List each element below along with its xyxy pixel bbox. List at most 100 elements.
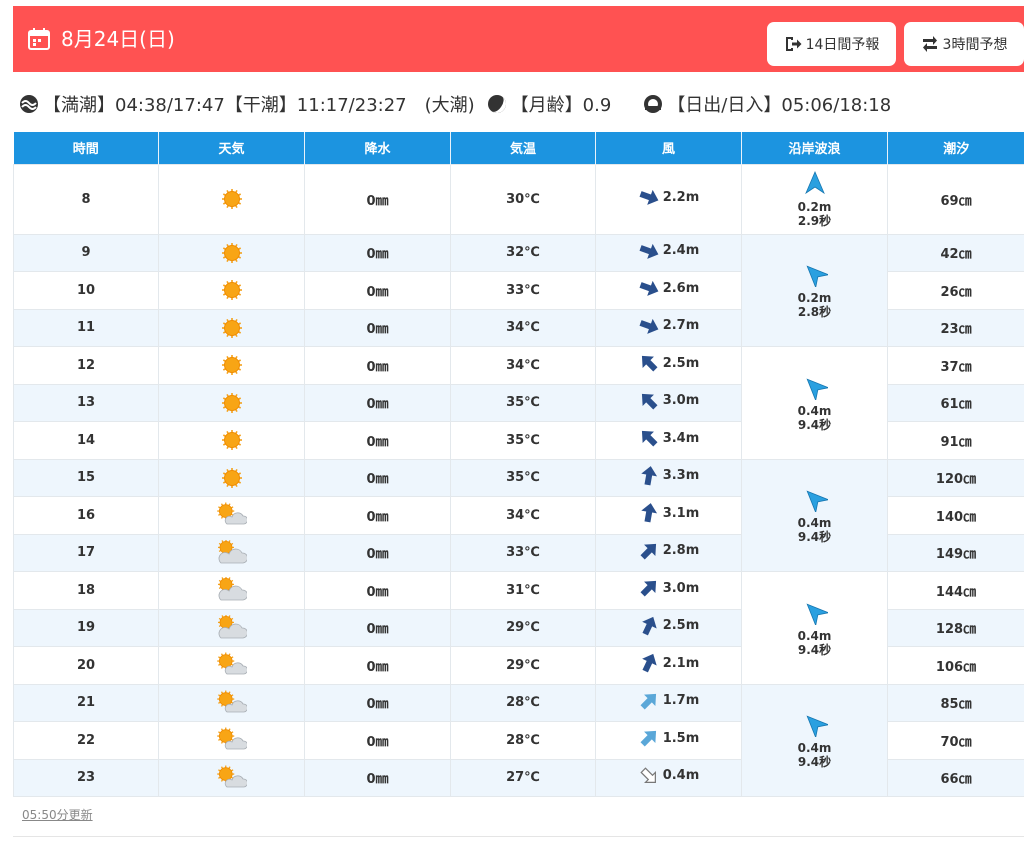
sun-cloud-icon <box>216 727 247 753</box>
exchange-icon <box>922 36 937 52</box>
wind-speed: 3.0m <box>662 393 700 409</box>
wind-cell: 1.7m <box>595 683 742 722</box>
wind-direction-arrow-icon <box>638 690 663 712</box>
wind-value: 1.5m <box>638 727 700 749</box>
precip-cell: 0㎜ <box>304 608 451 647</box>
temp-cell: 35℃ <box>450 458 596 497</box>
forecast-3hour-label: 3時間予想 <box>942 37 1008 53</box>
weather-cell <box>158 758 305 797</box>
divider <box>13 836 1024 837</box>
tide-cell: 26㎝ <box>887 271 1024 310</box>
wind-direction-arrow-icon <box>638 427 663 449</box>
tide-type-text: (大潮) <box>424 95 475 116</box>
wind-speed: 2.4m <box>662 243 700 259</box>
tide-icon <box>19 94 39 114</box>
wave-cell: 0.4m 9.4秒 <box>741 346 888 460</box>
wind-speed: 1.5m <box>662 730 700 746</box>
wave-height: 0.2m <box>797 200 832 214</box>
wind-value: 2.8m <box>638 540 699 562</box>
forecast-3hour-button[interactable]: 3時間予想 <box>904 22 1024 66</box>
sunrise-sunset-text: 【日出/日入】05:06/18:18 <box>667 95 892 116</box>
temp-cell: 34℃ <box>450 496 596 535</box>
tide-sun-info: 【満潮】04:38/17:47 【干潮】11:17/23:27 (大潮) 【月齢… <box>13 90 1024 118</box>
wind-cell: 3.0m <box>595 383 742 422</box>
wave-height: 0.4m <box>797 516 832 531</box>
wind-direction-arrow-icon <box>638 465 663 487</box>
precip-cell: 0㎜ <box>304 271 451 310</box>
moon-icon <box>487 94 507 114</box>
time-cell: 22 <box>13 721 159 760</box>
cloud-sun-icon <box>217 577 247 603</box>
sun-cloud-icon <box>216 502 247 528</box>
tide-cell: 144㎝ <box>887 571 1024 610</box>
precip-cell: 0㎜ <box>304 533 451 572</box>
wind-cell: 2.2m <box>595 163 742 235</box>
weather-cell <box>158 571 305 610</box>
wind-value: 2.6m <box>638 277 700 299</box>
temp-cell: 27℃ <box>450 758 596 797</box>
wave-height: 0.2m <box>797 291 832 306</box>
weather-cell <box>158 496 305 535</box>
wind-speed: 2.6m <box>662 280 700 296</box>
wind-value: 2.7m <box>638 315 699 337</box>
wind-value: 1.7m <box>638 690 699 712</box>
tide-cell: 91㎝ <box>887 421 1024 460</box>
wind-direction-arrow-icon <box>638 240 663 262</box>
wave-direction-arrow-icon <box>802 486 828 516</box>
wind-cell: 0.4m <box>595 758 742 797</box>
temp-cell: 33℃ <box>450 533 596 572</box>
time-cell: 23 <box>13 758 159 797</box>
wave-direction-arrow-icon <box>802 374 828 404</box>
sunny-icon <box>217 390 247 416</box>
wave-direction-arrow-icon <box>802 170 828 200</box>
date-header: 8月24日(日) 14日間予報 3時間予想 <box>13 6 1024 72</box>
wind-cell: 3.3m <box>595 458 742 497</box>
wave-period: 9.4秒 <box>797 755 832 770</box>
wind-value: 2.2m <box>638 186 699 208</box>
precip-cell: 0㎜ <box>304 308 451 347</box>
wind-cell: 2.5m <box>595 608 742 647</box>
wave-cell: 0.2m 2.9秒 <box>741 163 888 235</box>
wave-cell: 0.4m 9.4秒 <box>741 571 888 685</box>
temp-cell: 33℃ <box>450 271 596 310</box>
sign-out-icon <box>785 37 802 51</box>
sun-cloud-icon <box>216 765 247 791</box>
time-cell: 11 <box>13 308 159 347</box>
header-temp: 気温 <box>450 132 596 164</box>
table-body: 8 0㎜ 30℃ 2.2m 0.2m 2.9秒 69㎝ 9 0㎜ 32℃ 2.4m 0.2… <box>13 163 1024 797</box>
wind-direction-arrow-icon <box>638 727 663 749</box>
precip-cell: 0㎜ <box>304 383 451 422</box>
sunrise-icon <box>643 94 663 114</box>
updated-time-link[interactable]: 05:50分更新 <box>22 806 93 823</box>
sun-cloud-icon <box>216 690 247 716</box>
wave-cell: 0.4m 9.4秒 <box>741 458 888 572</box>
tide-cell: 140㎝ <box>887 496 1024 535</box>
precip-cell: 0㎜ <box>304 458 451 497</box>
wind-speed: 3.3m <box>662 468 700 484</box>
wind-cell: 2.5m <box>595 346 742 385</box>
time-cell: 14 <box>13 421 159 460</box>
time-cell: 16 <box>13 496 159 535</box>
weather-cell <box>158 308 305 347</box>
tide-cell: 120㎝ <box>887 458 1024 497</box>
table-row: 21 0㎜ 28℃ 1.7m 0.4m 9.4秒 85㎝ <box>13 683 1024 797</box>
wave-height: 0.4m <box>797 741 832 756</box>
wind-speed: 3.0m <box>662 580 700 596</box>
tide-cell: 42㎝ <box>887 233 1024 272</box>
wind-direction-arrow-icon <box>638 502 663 524</box>
wind-value: 2.5m <box>638 615 699 637</box>
precip-cell: 0㎜ <box>304 233 451 272</box>
wind-cell: 2.7m <box>595 308 742 347</box>
time-cell: 10 <box>13 271 159 310</box>
wind-value: 0.4m <box>638 765 699 787</box>
wind-value: 2.1m <box>638 652 699 674</box>
wave-cell: 0.4m 9.4秒 <box>741 683 888 797</box>
header-wind: 風 <box>595 132 742 164</box>
weather-cell <box>158 421 305 460</box>
sunny-icon <box>217 186 247 212</box>
moon-age-text: 【月齢】0.9 <box>510 95 612 116</box>
forecast-14day-button[interactable]: 14日間予報 <box>767 22 896 66</box>
precip-cell: 0㎜ <box>304 571 451 610</box>
wave-period: 2.8秒 <box>797 305 832 320</box>
table-row: 15 0㎜ 35℃ 3.3m 0.4m 9.4秒 120㎝ <box>13 458 1024 572</box>
